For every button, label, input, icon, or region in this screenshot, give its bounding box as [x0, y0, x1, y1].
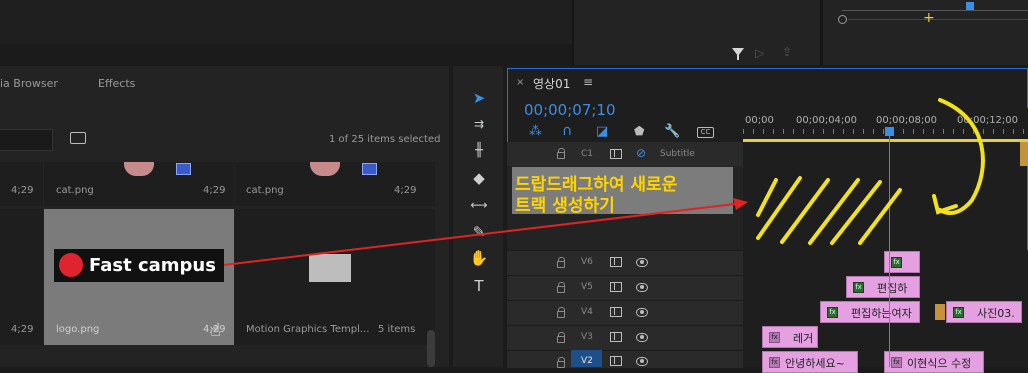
hatch-stroke — [830, 180, 882, 245]
hatch-stroke — [780, 178, 830, 244]
curved-arrow — [938, 98, 985, 215]
curved-arrow-head — [932, 194, 958, 215]
hatch-stroke — [756, 178, 778, 217]
drag-arrow — [223, 203, 736, 266]
annotation-overlay — [223, 98, 985, 266]
arrow-head — [733, 198, 748, 210]
hatch-stroke — [808, 178, 860, 245]
